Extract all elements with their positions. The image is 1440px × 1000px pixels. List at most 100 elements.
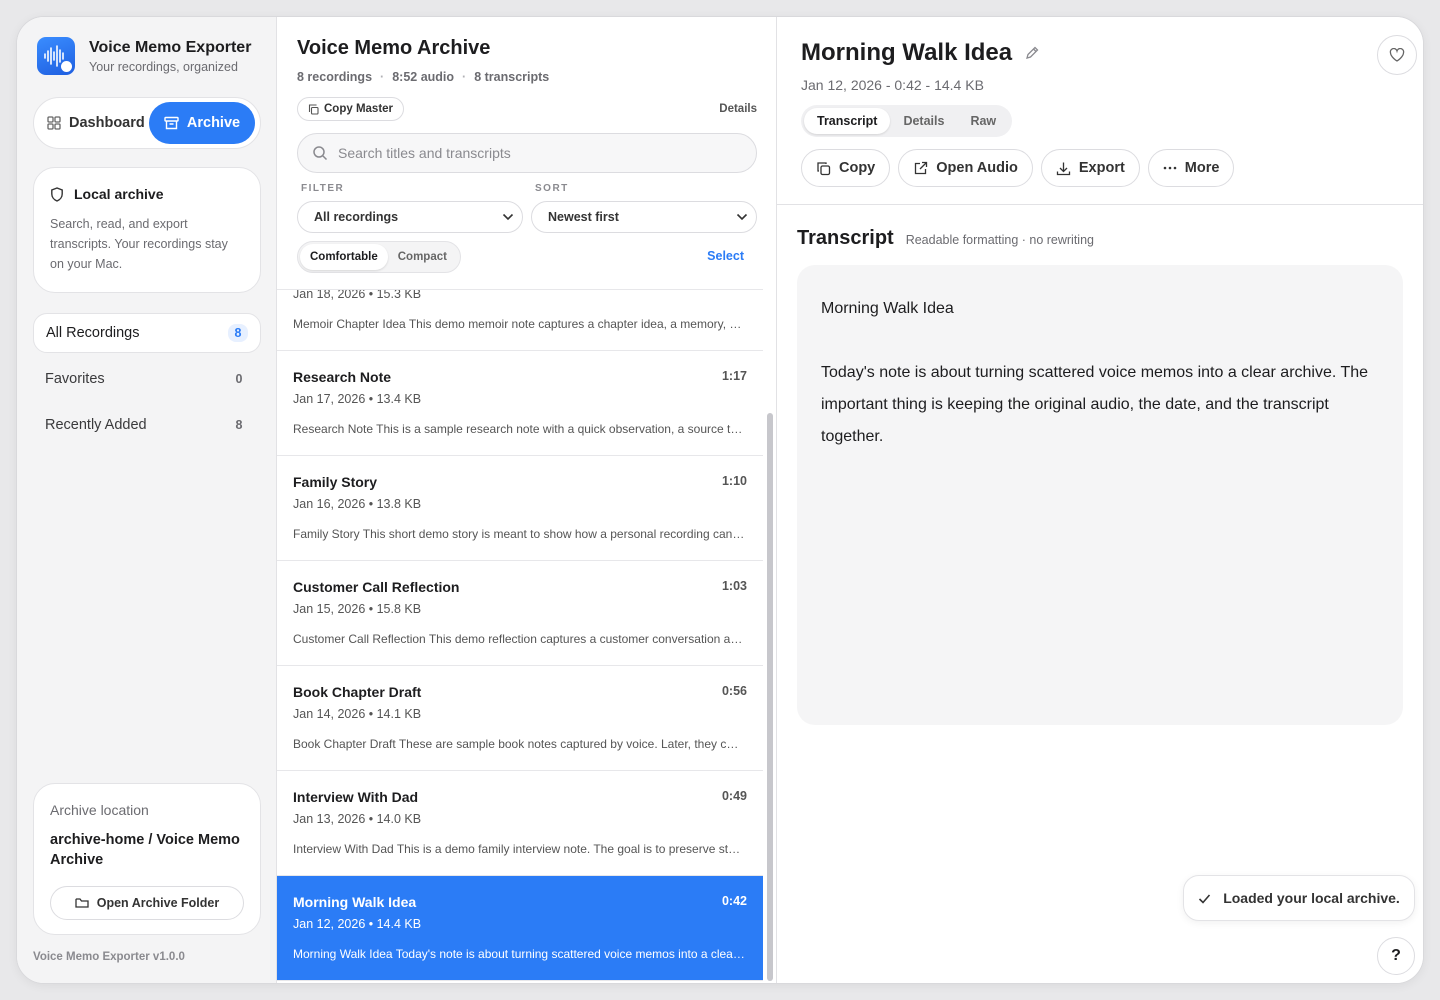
sort-caption: SORT bbox=[535, 183, 569, 194]
details-toggle[interactable]: Details bbox=[719, 103, 757, 115]
list-item[interactable]: Interview With Dad 0:49 Jan 13, 2026 • 1… bbox=[277, 771, 763, 876]
memo-title: Book Chapter Draft bbox=[293, 684, 422, 700]
search-input[interactable] bbox=[338, 145, 738, 161]
favorite-button[interactable] bbox=[1377, 35, 1417, 75]
sidebar-item-count: 8 bbox=[228, 324, 248, 342]
tab-dashboard[interactable]: Dashboard bbox=[37, 102, 149, 144]
memo-title: Morning Walk Idea bbox=[293, 894, 417, 910]
download-icon bbox=[1056, 161, 1071, 176]
stat-transcripts: 8 transcripts bbox=[474, 70, 550, 84]
chevron-down-icon bbox=[736, 213, 748, 221]
list-scrollbar[interactable] bbox=[764, 289, 776, 983]
transcript-body: Morning Walk Idea Today's note is about … bbox=[797, 265, 1403, 725]
copy-icon bbox=[816, 161, 831, 176]
memo-duration: 1:17 bbox=[721, 369, 747, 383]
memo-preview: Interview With Dad This is a demo family… bbox=[293, 842, 745, 856]
memo-meta: Jan 13, 2026 • 14.0 KB bbox=[293, 812, 422, 826]
memo-title: Family Story bbox=[293, 474, 378, 490]
copy-button[interactable]: Copy bbox=[801, 149, 891, 187]
tab-dashboard-label: Dashboard bbox=[69, 115, 145, 131]
memo-preview: Family Story This short demo story is me… bbox=[293, 527, 745, 541]
sidebar-item-favorites[interactable]: Favorites 0 bbox=[33, 359, 261, 399]
memo-duration: 0:42 bbox=[721, 894, 747, 908]
sidebar-item-label: All Recordings bbox=[46, 325, 140, 341]
tab-archive-label: Archive bbox=[186, 115, 241, 131]
scrollbar-thumb[interactable] bbox=[767, 413, 773, 981]
memo-duration: 0:49 bbox=[721, 789, 747, 803]
archive-location-path: archive-home / Voice Memo Archive bbox=[50, 832, 240, 868]
list-item[interactable]: Research Note 1:17 Jan 17, 2026 • 13.4 K… bbox=[277, 351, 763, 456]
search-bar bbox=[297, 133, 757, 173]
transcript-header: Transcript Readable formatting · no rewr… bbox=[797, 227, 1094, 250]
detail-title: Morning Walk Idea bbox=[801, 39, 1013, 66]
memo-duration: 0:56 bbox=[721, 684, 747, 698]
memo-meta: Jan 17, 2026 • 13.4 KB bbox=[293, 392, 422, 406]
pencil-icon[interactable] bbox=[1024, 45, 1040, 61]
memo-meta: Jan 16, 2026 • 13.8 KB bbox=[293, 497, 422, 511]
tab-raw[interactable]: Raw bbox=[957, 108, 1009, 134]
shield-icon bbox=[50, 186, 64, 202]
more-button[interactable]: More bbox=[1147, 149, 1235, 187]
sidebar-item-recently-added[interactable]: Recently Added 8 bbox=[33, 405, 261, 445]
app-subtitle: Your recordings, organized bbox=[89, 59, 238, 74]
memo-meta: Jan 15, 2026 • 15.8 KB bbox=[293, 602, 422, 616]
memo-title: Interview With Dad bbox=[293, 789, 419, 805]
export-button[interactable]: Export bbox=[1040, 149, 1140, 187]
recordings-list: Jan 18, 2026 • 15.3 KB Memoir Chapter Id… bbox=[277, 289, 763, 983]
select-mode-button[interactable]: Select bbox=[707, 249, 744, 263]
app-version: Voice Memo Exporter v1.0.0 bbox=[33, 951, 185, 963]
search-icon bbox=[312, 145, 328, 161]
list-item[interactable]: Book Chapter Draft 0:56 Jan 14, 2026 • 1… bbox=[277, 666, 763, 771]
open-audio-button[interactable]: Open Audio bbox=[898, 149, 1033, 187]
sidebar-item-count: 8 bbox=[235, 418, 243, 432]
toast-notification: Loaded your local archive. bbox=[1183, 875, 1415, 921]
list-item[interactable]: Customer Call Reflection 1:03 Jan 15, 20… bbox=[277, 561, 763, 666]
transcript-paragraph: Morning Walk Idea bbox=[821, 300, 954, 317]
open-archive-folder-button[interactable]: Open Archive Folder bbox=[50, 886, 244, 920]
detail-actions: Copy Open Audio Export More bbox=[801, 149, 1235, 187]
copy-master-button[interactable]: Copy Master bbox=[297, 97, 405, 121]
open-audio-label: Open Audio bbox=[936, 160, 1018, 176]
memo-preview: Customer Call Reflection This demo refle… bbox=[293, 632, 745, 646]
local-archive-description: Search, read, and export transcripts. Yo… bbox=[50, 217, 228, 271]
memo-meta: Jan 12, 2026 • 14.4 KB bbox=[293, 917, 422, 931]
copy-master-label: Copy Master bbox=[324, 103, 394, 115]
memo-meta: Jan 14, 2026 • 14.1 KB bbox=[293, 707, 422, 721]
tab-transcript[interactable]: Transcript bbox=[804, 108, 891, 134]
filter-select[interactable]: All recordings bbox=[297, 201, 523, 233]
filter-caption: FILTER bbox=[301, 183, 345, 194]
main-view-switcher: Dashboard Archive bbox=[33, 97, 261, 149]
local-archive-card: Local archive Search, read, and export t… bbox=[33, 167, 261, 293]
density-compact[interactable]: Compact bbox=[388, 244, 457, 270]
transcript-title: Transcript bbox=[797, 227, 894, 249]
folder-icon bbox=[75, 897, 89, 909]
list-item[interactable]: Family Story 1:10 Jan 16, 2026 • 13.8 KB… bbox=[277, 456, 763, 561]
sort-select[interactable]: Newest first bbox=[531, 201, 757, 233]
sort-select-value: Newest first bbox=[548, 210, 619, 224]
detail-pane: Morning Walk Idea Jan 12, 2026 - 0:42 - … bbox=[777, 17, 1423, 983]
detail-tabs: Transcript Details Raw bbox=[801, 105, 1013, 137]
sidebar-item-all-recordings[interactable]: All Recordings 8 bbox=[33, 313, 261, 353]
list-item-selected[interactable]: Morning Walk Idea 0:42 Jan 12, 2026 • 14… bbox=[277, 876, 763, 981]
app-header: Voice Memo Exporter Your recordings, org… bbox=[37, 37, 251, 75]
density-comfortable[interactable]: Comfortable bbox=[300, 244, 388, 270]
help-button[interactable]: ? bbox=[1377, 937, 1415, 975]
external-link-icon bbox=[913, 161, 928, 176]
list-item[interactable]: Jan 18, 2026 • 15.3 KB Memoir Chapter Id… bbox=[277, 290, 763, 351]
tab-archive[interactable]: Archive bbox=[149, 102, 255, 144]
app-title: Voice Memo Exporter bbox=[89, 38, 252, 56]
export-label: Export bbox=[1078, 160, 1125, 176]
list-title: Voice Memo Archive bbox=[297, 37, 491, 59]
checkmark-icon bbox=[1198, 893, 1211, 904]
memo-preview: Book Chapter Draft These are sample book… bbox=[293, 737, 745, 751]
tab-details[interactable]: Details bbox=[890, 108, 957, 134]
archive-location-label: Archive location bbox=[50, 802, 149, 818]
copy-icon bbox=[308, 103, 319, 115]
archive-box-icon bbox=[164, 116, 179, 130]
toast-message: Loaded your local archive. bbox=[1223, 890, 1400, 906]
memo-title: Research Note bbox=[293, 369, 392, 385]
stat-audio: 8:52 audio bbox=[392, 70, 455, 84]
app-window: Voice Memo Exporter Your recordings, org… bbox=[16, 16, 1424, 984]
memo-preview: Morning Walk Idea Today's note is about … bbox=[293, 947, 745, 961]
app-logo-icon bbox=[37, 37, 75, 75]
